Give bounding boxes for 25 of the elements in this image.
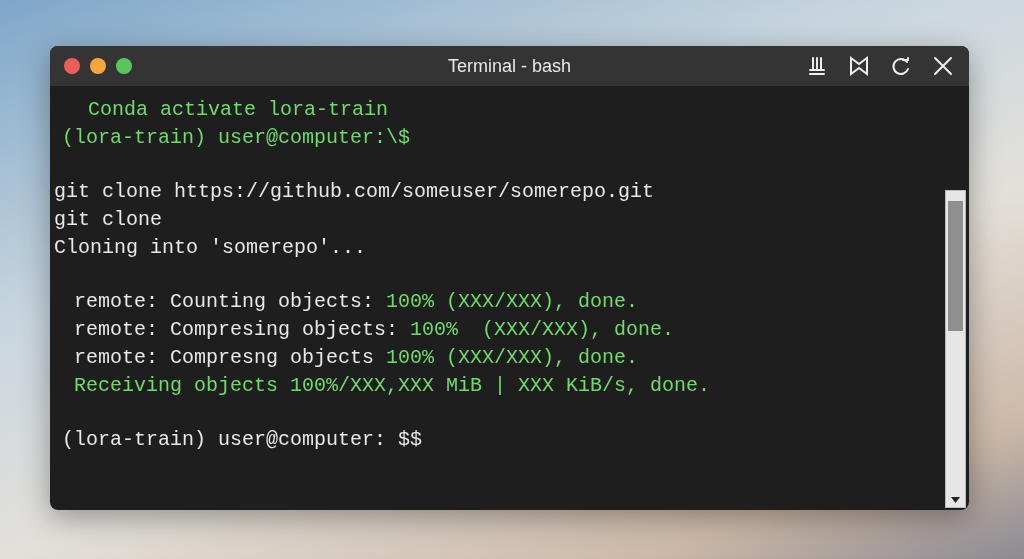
terminal-text: 100% (XXX/XXX), done.: [386, 345, 639, 371]
terminal-text: git clone: [54, 207, 163, 233]
down-arrow-icon[interactable]: [951, 497, 960, 503]
terminal-text: $$: [398, 427, 423, 453]
bowtie-icon[interactable]: [849, 56, 869, 76]
terminal-text: 100% (XXX/XXX), done.: [386, 289, 639, 315]
terminal-text: remote: Compresing objects:: [74, 317, 399, 343]
window-title: Terminal - bash: [447, 55, 571, 76]
close-button[interactable]: [64, 58, 80, 74]
terminal-text: git clone https://github.com/someuser/somerepo.git: [54, 179, 655, 205]
terminal-text: Cloning into 'somerepo'...: [54, 235, 367, 261]
terminal-text: (lora-train) user@computer:: [62, 427, 387, 453]
equalizer-icon[interactable]: [807, 56, 827, 76]
scrollbar-thumb[interactable]: [948, 201, 963, 331]
terminal-text: remote: Compresng objects: [74, 345, 375, 371]
terminal-text: remote: Counting objects:: [74, 289, 375, 315]
terminal-text: Receiving objects 100%/XXX,XXX MiB | XXX KiB/s, done.: [74, 373, 711, 399]
terminal-text: Conda activate lora-train: [88, 97, 389, 123]
maximize-button[interactable]: [116, 58, 132, 74]
close-icon[interactable]: [933, 56, 953, 76]
terminal-text: 100% (XXX/XXX), done.: [410, 317, 675, 343]
refresh-icon[interactable]: [891, 56, 911, 76]
terminal-text: (lora-train) user@computer:\$: [62, 125, 411, 151]
scrollbar[interactable]: [945, 190, 966, 508]
minimize-button[interactable]: [90, 58, 106, 74]
